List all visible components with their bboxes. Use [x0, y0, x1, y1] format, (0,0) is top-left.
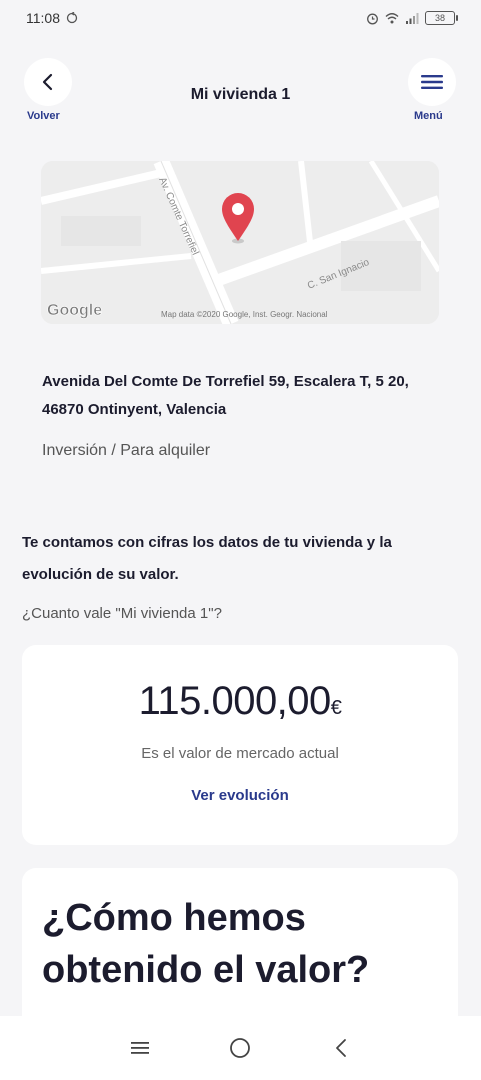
google-logo: Google [47, 302, 102, 319]
status-left: 11:08 [26, 10, 78, 26]
wifi-icon [385, 12, 399, 23]
how-title: ¿Cómo hemos obtenido el valor? [42, 897, 370, 991]
chevron-left-icon [335, 1039, 346, 1057]
valuation-intro: Te contamos con cifras los datos de tu v… [22, 534, 392, 583]
battery-icon: 38 [425, 11, 458, 25]
value-card: 115.000,00€ Es el valor de mercado actua… [22, 645, 458, 845]
system-nav-bar [0, 1016, 481, 1080]
map-canvas: Av. Comte Torrefiel C. San Ignacio Googl… [41, 161, 439, 324]
header: Volver Mi vivienda 1 Menú [0, 58, 481, 128]
market-value-currency: € [330, 697, 342, 719]
status-bar: 11:08 38 [0, 0, 481, 36]
status-right: 38 [366, 11, 458, 25]
back-label[interactable]: Volver [27, 110, 60, 122]
menu-button[interactable] [408, 58, 456, 106]
menu-label[interactable]: Menú [414, 110, 443, 122]
market-value-amount: 115.000,00 [138, 679, 332, 723]
alarm-icon [367, 13, 378, 24]
menu-lines-icon [131, 1042, 150, 1054]
circle-home-icon [230, 1038, 251, 1058]
signal-icon [406, 12, 419, 24]
system-back-button[interactable] [321, 1028, 361, 1068]
how-card: ¿Cómo hemos obtenido el valor? [22, 868, 458, 1028]
hamburger-menu-icon [421, 75, 443, 89]
sync-icon [66, 12, 78, 24]
location-map[interactable]: Av. Comte Torrefiel C. San Ignacio Googl… [41, 161, 439, 324]
property-address: Avenida Del Comte De Torrefiel 59, Escal… [42, 373, 409, 418]
battery-level: 38 [434, 13, 445, 23]
recent-apps-button[interactable] [120, 1028, 160, 1068]
status-time: 11:08 [26, 10, 60, 26]
map-attribution: Map data ©2020 Google, Inst. Geogr. Naci… [161, 310, 328, 319]
home-button[interactable] [220, 1028, 260, 1068]
market-value: 115.000,00€ [22, 679, 458, 724]
view-evolution-link[interactable]: Ver evolución [22, 787, 458, 804]
property-type: Inversión / Para alquiler [42, 442, 211, 459]
market-value-caption: Es el valor de mercado actual [141, 745, 339, 762]
valuation-question: ¿Cuanto vale "Mi vivienda 1"? [22, 605, 222, 622]
